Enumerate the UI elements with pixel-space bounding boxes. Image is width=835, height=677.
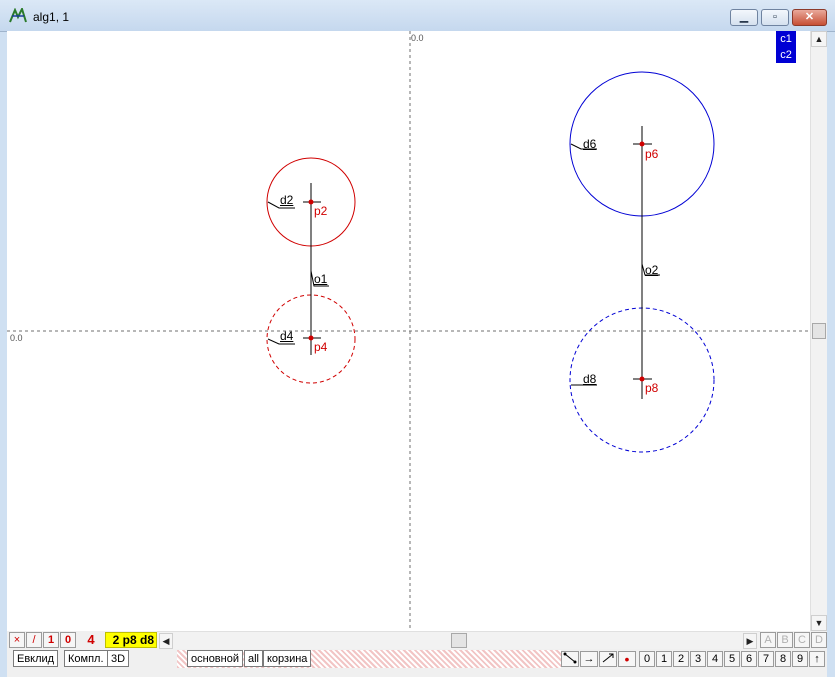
vertical-scroll-thumb[interactable] bbox=[812, 323, 826, 339]
digit-button-0[interactable]: 0 bbox=[639, 651, 655, 667]
tab-all[interactable]: all bbox=[244, 650, 264, 667]
window-titlebar[interactable]: alg1, 1 ▁ ▫ ✕ bbox=[0, 0, 835, 32]
label-p6: p6 bbox=[645, 147, 659, 161]
arrow-right-icon: ▶ bbox=[746, 636, 754, 646]
digit-button-3[interactable]: 3 bbox=[690, 651, 706, 667]
letter-button-a[interactable]: A bbox=[760, 632, 776, 648]
zero-button[interactable]: 0 bbox=[60, 632, 76, 648]
segment-tool-button[interactable] bbox=[561, 651, 579, 667]
toolbar-row-top: × / 1 0 4 2 p8 d8 ◀ ▶ A B C D bbox=[7, 631, 827, 649]
label-d8: d8 bbox=[583, 372, 597, 386]
label-d4: d4 bbox=[280, 329, 294, 343]
scroll-right-button[interactable]: ▶ bbox=[743, 633, 757, 649]
layer-c1[interactable]: c1 bbox=[776, 31, 796, 47]
label-p2: p2 bbox=[314, 204, 328, 218]
minimize-icon: ▁ bbox=[739, 11, 749, 23]
point-p4[interactable] bbox=[308, 335, 314, 341]
vector-tool-button[interactable]: → bbox=[580, 651, 598, 667]
layer-list[interactable]: c1 c2 bbox=[776, 31, 796, 63]
selection-display: 2 p8 d8 bbox=[105, 632, 157, 648]
scroll-up-button[interactable]: ▲ bbox=[811, 31, 827, 47]
point-p6[interactable] bbox=[639, 141, 645, 147]
maximize-icon: ▫ bbox=[773, 11, 777, 23]
arrow-up-icon: ▲ bbox=[814, 34, 824, 44]
layer-c2[interactable]: c2 bbox=[776, 47, 796, 63]
up-arrow-button[interactable]: ↑ bbox=[809, 651, 825, 667]
vertical-scrollbar[interactable]: ▲ ▼ bbox=[810, 31, 827, 631]
label-d6: d6 bbox=[583, 137, 597, 151]
point-p2[interactable] bbox=[308, 199, 314, 205]
scroll-left-button[interactable]: ◀ bbox=[159, 633, 173, 649]
digit-button-7[interactable]: 7 bbox=[758, 651, 774, 667]
line-tool-button[interactable]: / bbox=[26, 632, 42, 648]
scroll-down-button[interactable]: ▼ bbox=[811, 615, 827, 631]
digit-button-5[interactable]: 5 bbox=[724, 651, 740, 667]
tab-3d[interactable]: 3D bbox=[107, 650, 130, 667]
digit-button-2[interactable]: 2 bbox=[673, 651, 689, 667]
minimize-button[interactable]: ▁ bbox=[730, 9, 758, 26]
close-icon: ✕ bbox=[804, 11, 815, 23]
y-axis-origin-label: 0.0 bbox=[411, 33, 424, 43]
horizontal-scrollbar[interactable]: ◀ ▶ bbox=[157, 631, 760, 649]
label-p4: p4 bbox=[314, 340, 328, 354]
tab-complex[interactable]: Компл. bbox=[64, 650, 108, 667]
delete-button[interactable]: × bbox=[9, 632, 25, 648]
digit-button-8[interactable]: 8 bbox=[775, 651, 791, 667]
point-tool-button[interactable]: • bbox=[618, 651, 636, 667]
horizontal-scroll-thumb[interactable] bbox=[451, 633, 467, 648]
arrow-down-icon: ▼ bbox=[814, 618, 824, 628]
diagonal-arrow-icon bbox=[602, 653, 614, 663]
label-p8: p8 bbox=[645, 381, 659, 395]
app-icon bbox=[9, 8, 27, 23]
resize-tool-button[interactable] bbox=[599, 651, 617, 667]
geometry-drawing bbox=[7, 31, 810, 631]
window-title: alg1, 1 bbox=[33, 10, 70, 24]
bottom-toolbar: × / 1 0 4 2 p8 d8 ◀ ▶ A B C D Евклид Ком… bbox=[7, 631, 827, 677]
label-d2: d2 bbox=[280, 193, 294, 207]
point-p8[interactable] bbox=[639, 376, 645, 382]
tab-main[interactable]: основной bbox=[187, 650, 243, 667]
label-o1: o1 bbox=[314, 272, 328, 286]
arrow-left-icon: ◀ bbox=[162, 636, 170, 646]
digit-button-9[interactable]: 9 bbox=[792, 651, 808, 667]
letter-button-b[interactable]: B bbox=[777, 632, 793, 648]
letter-button-c[interactable]: C bbox=[794, 632, 810, 648]
digit-button-4[interactable]: 4 bbox=[707, 651, 723, 667]
one-button[interactable]: 1 bbox=[43, 632, 59, 648]
label-o2: o2 bbox=[645, 263, 659, 277]
segment-icon bbox=[563, 652, 577, 664]
count-display: 4 bbox=[77, 632, 105, 648]
x-axis-origin-label: 0.0 bbox=[10, 333, 23, 343]
drawing-canvas[interactable]: 0.0 0.0 d2 p2 o1 d4 p4 d6 p6 o2 d8 p8 c1… bbox=[7, 31, 810, 631]
tab-trash[interactable]: корзина bbox=[263, 650, 312, 667]
digit-button-6[interactable]: 6 bbox=[741, 651, 757, 667]
tab-euclid[interactable]: Евклид bbox=[13, 650, 59, 667]
toolbar-row-bottom: Евклид Компл. 3D основной all корзина → … bbox=[7, 650, 827, 668]
close-button[interactable]: ✕ bbox=[792, 9, 827, 26]
maximize-button[interactable]: ▫ bbox=[761, 9, 789, 26]
digit-button-1[interactable]: 1 bbox=[656, 651, 672, 667]
letter-button-d[interactable]: D bbox=[811, 632, 827, 648]
